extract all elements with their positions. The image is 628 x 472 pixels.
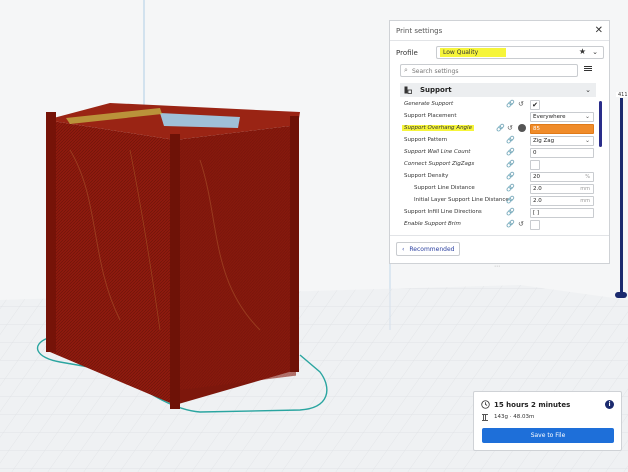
- resize-grip-icon[interactable]: ⋯: [494, 263, 500, 270]
- setting-name: Connect Support ZigZags: [404, 161, 475, 167]
- setting-unit: mm: [580, 198, 590, 204]
- setting-name: Support Infill Line Directions: [404, 209, 482, 215]
- category-label: Support: [420, 86, 452, 94]
- setting-row-support-density: Support Density 🔗 20%: [400, 171, 596, 183]
- settings-list[interactable]: Support ⌄ Generate Support 🔗 ↺ ✔ Support…: [400, 83, 596, 233]
- setting-checkbox[interactable]: [530, 160, 540, 170]
- reset-icon[interactable]: ↺: [518, 220, 524, 228]
- close-icon[interactable]: ✕: [595, 25, 603, 36]
- model-pillar: [290, 116, 299, 372]
- setting-value: 20: [533, 174, 540, 180]
- panel-header: Print settings ✕: [390, 21, 609, 41]
- warning-icon: [518, 124, 526, 132]
- setting-checkbox[interactable]: [530, 220, 540, 230]
- reset-icon[interactable]: ↺: [507, 124, 513, 132]
- search-input[interactable]: [412, 66, 572, 76]
- recommended-button[interactable]: ‹ Recommended: [396, 242, 460, 256]
- settings-scrollbar[interactable]: [599, 101, 602, 147]
- material-usage: 143g · 48.03m: [494, 414, 535, 420]
- support-category-icon: [404, 86, 412, 94]
- setting-input[interactable]: 0: [530, 148, 594, 158]
- setting-name: Enable Support Brim: [404, 221, 461, 227]
- setting-value: 2.0: [533, 198, 542, 204]
- setting-input[interactable]: 2.0 mm: [530, 196, 594, 206]
- search-box[interactable]: ⌕: [400, 64, 578, 77]
- profile-row: Profile Low Quality ★ ⌄: [396, 46, 604, 60]
- setting-checkbox[interactable]: ✔: [530, 100, 540, 110]
- setting-dropdown[interactable]: Everywhere ⌄: [530, 112, 594, 122]
- link-icon: 🔗: [506, 184, 515, 192]
- link-icon: 🔗: [506, 172, 515, 180]
- setting-name: Generate Support: [404, 101, 454, 107]
- print-settings-panel: Print settings ✕ Profile Low Quality ★ ⌄…: [389, 20, 610, 270]
- layer-slider-bottom-handle[interactable]: [615, 292, 627, 298]
- setting-unit: mm: [580, 186, 590, 192]
- setting-input[interactable]: 2.0 mm: [530, 184, 594, 194]
- save-to-file-button[interactable]: Save to File: [482, 428, 614, 443]
- category-header-support[interactable]: Support ⌄: [400, 83, 596, 97]
- chevron-down-icon[interactable]: ⌄: [585, 86, 591, 94]
- model-pillar: [46, 112, 56, 352]
- reset-icon[interactable]: ↺: [518, 100, 524, 108]
- chevron-down-icon: ⌄: [584, 137, 590, 144]
- link-icon: 🔗: [506, 136, 515, 144]
- profile-selector[interactable]: Low Quality ★ ⌄: [436, 46, 604, 59]
- spool-icon: [482, 414, 488, 421]
- layer-number: 411: [618, 92, 628, 98]
- panel-footer: ‹ Recommended: [390, 235, 609, 263]
- setting-row-initial-layer-support-line-distance: Initial Layer Support Line Distance 🔗 2.…: [400, 195, 596, 207]
- setting-row-enable-support-brim: Enable Support Brim 🔗 ↺: [400, 219, 596, 231]
- search-icon: ⌕: [404, 66, 408, 74]
- setting-row-generate-support: Generate Support 🔗 ↺ ✔: [400, 99, 596, 111]
- link-icon: 🔗: [496, 124, 505, 132]
- setting-row-support-pattern: Support Pattern 🔗 Zig Zag ⌄: [400, 135, 596, 147]
- chevron-left-icon: ‹: [402, 245, 405, 253]
- link-icon: 🔗: [506, 208, 515, 216]
- link-icon: 🔗: [506, 196, 515, 204]
- clock-icon: [481, 400, 490, 409]
- setting-name: Support Overhang Angle: [402, 125, 474, 131]
- setting-row-support-wall-line-count: Support Wall Line Count 🔗 0: [400, 147, 596, 159]
- link-icon: 🔗: [506, 148, 515, 156]
- chevron-down-icon[interactable]: ⌄: [592, 48, 598, 56]
- setting-row-support-infill-line-directions: Support Infill Line Directions 🔗 [ ]: [400, 207, 596, 219]
- profile-value: Low Quality: [440, 48, 506, 57]
- star-icon[interactable]: ★: [579, 47, 586, 56]
- setting-unit: %: [585, 174, 590, 180]
- setting-row-connect-support-zigzags: Connect Support ZigZags 🔗: [400, 159, 596, 171]
- setting-name: Initial Layer Support Line Distance: [414, 197, 509, 203]
- setting-name: Support Density: [404, 173, 449, 179]
- link-icon: 🔗: [506, 160, 515, 168]
- link-icon: 🔗: [506, 220, 515, 228]
- setting-row-support-line-distance: Support Line Distance 🔗 2.0 mm: [400, 183, 596, 195]
- chevron-down-icon: ⌄: [584, 113, 590, 120]
- model-pillar: [170, 134, 180, 409]
- info-icon[interactable]: i: [605, 400, 614, 409]
- menu-icon[interactable]: [584, 65, 592, 73]
- setting-input[interactable]: [ ]: [530, 208, 594, 218]
- setting-name: Support Placement: [404, 113, 457, 119]
- profile-label: Profile: [396, 49, 418, 57]
- setting-value: Everywhere: [533, 114, 566, 120]
- setting-name: Support Pattern: [404, 137, 448, 143]
- layer-slider[interactable]: [620, 98, 623, 294]
- setting-input[interactable]: 85: [530, 124, 594, 134]
- setting-name: Support Wall Line Count: [404, 149, 471, 155]
- setting-row-support-overhang-angle: Support Overhang Angle 🔗 ↺ 85: [400, 123, 596, 135]
- setting-name: Support Line Distance: [414, 185, 475, 191]
- setting-input[interactable]: 20%: [530, 172, 594, 182]
- panel-title: Print settings: [396, 26, 443, 35]
- link-icon: 🔗: [506, 100, 515, 108]
- setting-row-support-placement: Support Placement Everywhere ⌄: [400, 111, 596, 123]
- recommended-label: Recommended: [409, 245, 455, 253]
- setting-dropdown[interactable]: Zig Zag ⌄: [530, 136, 594, 146]
- setting-value: Zig Zag: [533, 138, 555, 144]
- print-estimate-panel: 15 hours 2 minutes i 143g · 48.03m Save …: [473, 391, 622, 451]
- setting-value: 2.0: [533, 186, 542, 192]
- print-time: 15 hours 2 minutes: [494, 401, 571, 409]
